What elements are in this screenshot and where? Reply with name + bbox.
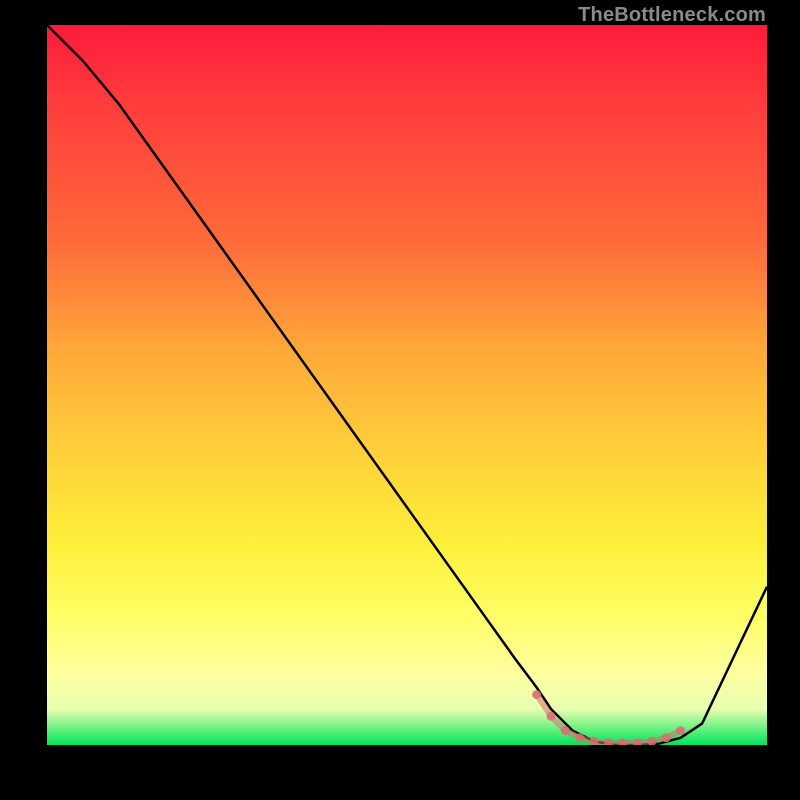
trough-stroke [537,695,681,743]
trough-marker [561,726,570,735]
curve-svg [47,25,767,745]
trough-marker [547,712,556,721]
trough-marker [604,738,613,745]
watermark-text: TheBottleneck.com [578,4,766,27]
plot-area [47,25,767,745]
trough-marker [662,733,671,742]
trough-marker [676,726,685,735]
bottleneck-curve [47,25,767,745]
trough-marker [575,733,584,742]
trough-marker [619,738,628,745]
trough-marker [532,690,541,699]
trough-marker [633,738,642,745]
chart-frame: TheBottleneck.com [0,0,800,800]
